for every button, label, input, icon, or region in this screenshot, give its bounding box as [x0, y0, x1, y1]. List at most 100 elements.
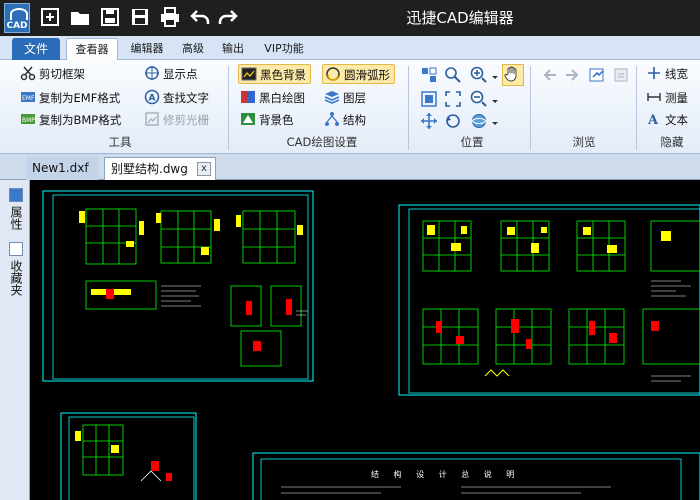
fit-window-icon[interactable] [420, 66, 438, 84]
document-tab-bar: New1.dxf 别墅结构.dwg x [0, 154, 700, 180]
tab-output[interactable]: 输出 [216, 38, 250, 60]
close-icon[interactable]: x [197, 162, 211, 176]
structure-button[interactable]: 结构 [324, 110, 366, 130]
trim-raster-button[interactable]: 修剪光栅 [144, 110, 209, 130]
copy-emf-label: 复制为EMF格式 [39, 91, 121, 105]
smooth-arc-icon [325, 66, 341, 82]
clip-frame-button[interactable]: 剪切框架 [20, 64, 85, 84]
properties-tab[interactable]: 属性 [6, 206, 26, 233]
properties-label: 属性 [9, 206, 23, 230]
layers-icon [324, 89, 340, 105]
show-points-button[interactable]: 显示点 [144, 64, 198, 84]
app-logo-icon[interactable]: CAD [4, 3, 30, 33]
measure-label: 测量 [665, 91, 688, 105]
black-background-button[interactable]: 黑色背景 [238, 64, 311, 84]
tab-editor[interactable]: 编辑器 [124, 38, 170, 60]
find-text-icon: A [144, 89, 160, 105]
print-icon[interactable] [158, 6, 182, 30]
notes-title: 结 构 设 计 总 说 明 [371, 469, 520, 479]
bw-drawing-label: 黑白绘图 [259, 91, 305, 105]
pan-hand-icon[interactable] [502, 64, 524, 86]
copy-bmp-label: 复制为BMP格式 [39, 113, 122, 127]
bmp-icon: BMP [20, 111, 36, 127]
find-text-label: 查找文字 [163, 91, 209, 105]
bw-drawing-button[interactable]: 黑白绘图 [240, 88, 305, 108]
title-bar: CAD 迅捷CAD编辑器 [0, 0, 700, 36]
text-label: 文本 [665, 113, 688, 127]
doc-tab-label: 别墅结构.dwg [111, 162, 188, 176]
linewidth-toggle[interactable]: 线宽 [646, 64, 688, 84]
properties-icon[interactable] [9, 188, 23, 202]
structure-label: 结构 [343, 113, 366, 127]
chevron-down-icon[interactable] [486, 114, 498, 132]
find-text-button[interactable]: A 查找文字 [144, 88, 209, 108]
hide-group-label: 隐藏 [660, 135, 684, 149]
tab-viewer[interactable]: 查看器 [66, 38, 118, 60]
doc-tab-label: New1.dxf [32, 161, 89, 175]
tab-advanced[interactable]: 高级 [176, 38, 210, 60]
window-title: 迅捷CAD编辑器 [406, 9, 514, 27]
zoom-extents-icon[interactable] [420, 90, 438, 108]
text-icon: A [646, 111, 662, 128]
move-view-icon[interactable] [420, 112, 438, 130]
background-color-button[interactable]: 背景色 [240, 110, 294, 130]
cad-settings-group-label: CAD绘图设置 [286, 135, 358, 149]
trim-raster-label: 修剪光栅 [163, 113, 209, 127]
scissors-icon [20, 65, 36, 81]
background-color-label: 背景色 [259, 113, 294, 127]
navigate-icon[interactable] [588, 66, 606, 84]
tab-vip[interactable]: VIP功能 [256, 38, 312, 60]
svg-text:A: A [647, 113, 659, 127]
undo-icon[interactable] [188, 6, 212, 30]
svg-text:A: A [149, 94, 156, 104]
measure-toggle[interactable]: 测量 [646, 88, 688, 108]
cad-drawing: 结 构 设 计 总 说 明 [42, 190, 700, 500]
clip-frame-label: 剪切框架 [39, 67, 85, 81]
app-icon-label: CAD [6, 21, 28, 31]
group-divider [408, 66, 409, 150]
group-divider [530, 66, 531, 150]
smooth-arc-button[interactable]: 圆滑弧形 [322, 64, 395, 84]
open-folder-icon[interactable] [68, 6, 92, 30]
trim-raster-icon [144, 111, 160, 127]
position-group-label: 位置 [460, 135, 484, 149]
drawing-canvas[interactable]: 结 构 设 计 总 说 明 [31, 181, 700, 500]
favorites-tab[interactable]: 收藏夹 [6, 260, 26, 299]
drawing-sheet-2 [398, 204, 700, 396]
ribbon-panel: 剪切框架 EMF 复制为EMF格式 BMP 复制为BMP格式 显示点 A 查找文字 修… [0, 60, 700, 154]
ribbon-tab-bar: 文件 查看器 编辑器 高级 输出 VIP功能 [0, 36, 700, 60]
back-arrow-icon[interactable] [540, 66, 558, 84]
linewidth-icon [646, 65, 662, 81]
bw-drawing-icon [240, 89, 256, 105]
favorites-icon[interactable] [9, 242, 23, 256]
group-divider [636, 66, 637, 150]
save-as-icon[interactable] [128, 6, 152, 30]
chevron-down-icon[interactable] [486, 68, 498, 86]
text-toggle[interactable]: A 文本 [646, 110, 688, 130]
zoom-window-icon[interactable] [444, 66, 462, 84]
smooth-arc-label: 圆滑弧形 [344, 68, 390, 82]
copy-emf-button[interactable]: EMF 复制为EMF格式 [20, 88, 120, 108]
save-icon[interactable] [98, 6, 122, 30]
zoom-fit-icon[interactable] [444, 90, 462, 108]
doc-tab-villa[interactable]: 别墅结构.dwg x [104, 157, 216, 180]
forward-arrow-icon[interactable] [564, 66, 582, 84]
layers-label: 图层 [343, 91, 366, 105]
doc-tab-new1[interactable]: New1.dxf [26, 157, 98, 180]
drawing-sheet-4: 结 构 设 计 总 说 明 [252, 452, 700, 500]
copy-bmp-button[interactable]: BMP 复制为BMP格式 [20, 110, 121, 130]
page-view-icon[interactable] [612, 66, 630, 84]
tools-group-label: 工具 [108, 135, 132, 149]
favorites-label: 收藏夹 [9, 260, 23, 296]
svg-text:BMP: BMP [22, 117, 35, 124]
svg-text:EMF: EMF [22, 95, 35, 102]
chevron-down-icon[interactable] [486, 92, 498, 110]
redo-icon[interactable] [216, 6, 240, 30]
zoom-previous-icon[interactable] [444, 112, 462, 130]
drawing-sheet-3 [60, 412, 197, 500]
tab-file[interactable]: 文件 [12, 38, 60, 60]
side-panel: 属性 收藏夹 [0, 180, 30, 500]
group-divider [228, 66, 229, 150]
layers-button[interactable]: 图层 [324, 88, 366, 108]
new-icon[interactable] [38, 6, 62, 30]
